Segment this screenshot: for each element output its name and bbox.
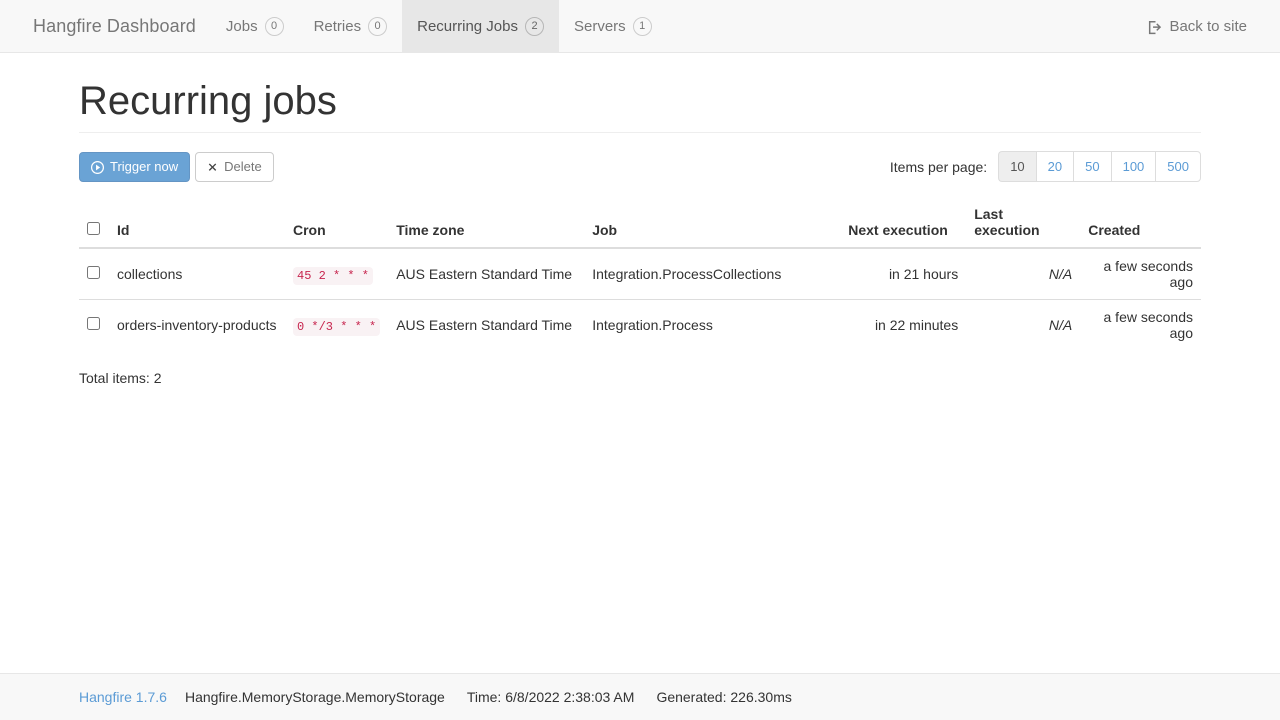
per-page-option-20[interactable]: 20: [1035, 151, 1074, 182]
row-job: Integration.ProcessCollections: [584, 247, 841, 300]
row-timezone: AUS Eastern Standard Time: [388, 247, 585, 300]
toolbar: Trigger now Delete Items per page: 10 20…: [79, 151, 1201, 182]
row-next-execution: in 22 minutes: [840, 299, 967, 350]
page-footer: Hangfire 1.7.6 Hangfire.MemoryStorage.Me…: [0, 673, 1280, 720]
column-header-next-execution: Next execution: [840, 198, 967, 249]
table-row[interactable]: orders-inventory-products 0 */3 * * * AU…: [79, 299, 1201, 350]
table-body: collections 45 2 * * * AUS Eastern Stand…: [79, 247, 1201, 350]
nav-item-badge: 0: [264, 16, 284, 36]
table-header-row: Id Cron Time zone Job Next execution Las…: [79, 198, 1201, 249]
nav-item-badge: 2: [525, 16, 544, 36]
generated-time-label: Generated: 226.30ms: [656, 689, 792, 705]
main-container: Recurring jobs Trigger now Delete Items …: [79, 53, 1201, 386]
cron-expression: 45 2 * * *: [293, 266, 374, 285]
column-header-cron: Cron: [285, 198, 389, 249]
footer-inner: Hangfire 1.7.6 Hangfire.MemoryStorage.Me…: [79, 689, 1201, 705]
page-header: Recurring jobs: [79, 53, 1201, 133]
per-page-options: 10 20 50 100 500: [998, 151, 1201, 182]
nav-item-jobs[interactable]: Jobs 0: [211, 0, 299, 52]
per-page-option-50[interactable]: 50: [1073, 151, 1111, 182]
nav-item-servers[interactable]: Servers 1: [559, 0, 667, 52]
row-next-execution: in 21 hours: [840, 247, 967, 300]
table-row[interactable]: collections 45 2 * * * AUS Eastern Stand…: [79, 247, 1201, 300]
row-timezone: AUS Eastern Standard Time: [388, 299, 585, 350]
row-last-execution: N/A: [1048, 266, 1073, 282]
nav-item-badge: 0: [368, 16, 388, 36]
nav-item-badge: 1: [632, 16, 652, 36]
row-cron-cell: 45 2 * * *: [285, 247, 389, 300]
page-title: Recurring jobs: [79, 79, 337, 123]
column-header-job: Job: [584, 198, 841, 249]
top-navbar: Hangfire Dashboard Jobs 0 Retries 0 Recu…: [0, 0, 1280, 53]
recurring-jobs-table: Id Cron Time zone Job Next execution Las…: [79, 198, 1201, 350]
delete-button[interactable]: Delete: [195, 151, 274, 182]
row-cron-cell: 0 */3 * * *: [285, 299, 389, 350]
sign-out-icon: [1148, 19, 1163, 35]
row-created: a few seconds ago: [1080, 299, 1201, 350]
back-to-site-link[interactable]: Back to site: [1148, 18, 1247, 35]
items-per-page-label: Items per page:: [889, 158, 988, 175]
row-checkbox[interactable]: [87, 266, 100, 279]
hangfire-version-link[interactable]: Hangfire 1.7.6: [79, 689, 167, 705]
column-header-timezone: Time zone: [388, 198, 585, 249]
nav-item-label: Jobs: [225, 17, 258, 35]
row-id: collections: [109, 247, 285, 300]
select-all-header: [79, 198, 109, 249]
action-button-group: Trigger now Delete: [79, 151, 274, 182]
total-items-label: Total items: 2: [79, 370, 162, 386]
brand-link[interactable]: Hangfire Dashboard: [0, 0, 211, 52]
row-last-execution-cell: N/A: [966, 299, 1081, 350]
times-icon: [207, 159, 218, 174]
navbar-right: Back to site: [1148, 0, 1280, 52]
row-job: Integration.Process: [584, 299, 841, 350]
select-all-checkbox[interactable]: [87, 222, 100, 235]
row-select-cell: [79, 299, 109, 350]
row-select-cell: [79, 247, 109, 300]
per-page-option-500[interactable]: 500: [1155, 151, 1201, 182]
back-to-site-label: Back to site: [1169, 17, 1247, 35]
nav-item-recurring-jobs[interactable]: Recurring Jobs 2: [402, 0, 559, 52]
server-time-label: Time: 6/8/2022 2:38:03 AM: [466, 689, 635, 705]
row-last-execution: N/A: [1048, 317, 1073, 333]
nav-item-label: Retries: [313, 17, 362, 35]
items-per-page: Items per page: 10 20 50 100 500: [890, 151, 1201, 182]
row-created: a few seconds ago: [1080, 247, 1201, 300]
nav-item-label: Recurring Jobs: [417, 17, 518, 35]
table-head: Id Cron Time zone Job Next execution Las…: [79, 198, 1201, 249]
delete-label: Delete: [224, 159, 262, 174]
nav-items: Jobs 0 Retries 0 Recurring Jobs 2 Server…: [211, 0, 667, 52]
trigger-now-button[interactable]: Trigger now: [79, 151, 191, 182]
column-header-id: Id: [109, 198, 285, 249]
nav-item-retries[interactable]: Retries 0: [299, 0, 403, 52]
trigger-now-label: Trigger now: [110, 159, 179, 174]
cron-expression: 0 */3 * * *: [293, 317, 381, 336]
nav-item-label: Servers: [574, 17, 626, 35]
column-header-created: Created: [1080, 198, 1201, 249]
row-id: orders-inventory-products: [109, 299, 285, 350]
per-page-option-10[interactable]: 10: [998, 151, 1036, 182]
storage-label: Hangfire.MemoryStorage.MemoryStorage: [184, 689, 445, 705]
per-page-option-100[interactable]: 100: [1110, 151, 1156, 182]
play-circle-icon: [91, 159, 104, 175]
row-checkbox[interactable]: [87, 317, 100, 330]
column-header-last-execution: Last execution: [966, 198, 1081, 249]
row-last-execution-cell: N/A: [966, 247, 1081, 300]
